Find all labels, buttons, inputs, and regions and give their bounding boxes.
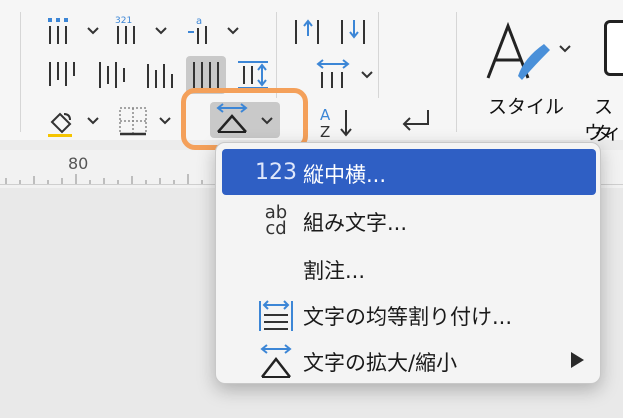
text-columns-icon: [48, 18, 99, 44]
show-marks-button[interactable]: [394, 104, 438, 138]
align-text-top-icon: [49, 62, 75, 86]
indent-bottom-icon: [341, 20, 365, 44]
paragraph-return-icon: [402, 110, 429, 131]
highlight-ring: [181, 88, 308, 150]
ribbon-divider: [276, 12, 277, 98]
borders-icon: [119, 107, 171, 136]
ribbon-divider: [378, 12, 379, 98]
ribbon-divider: [456, 12, 457, 132]
align-bottom-button[interactable]: [142, 58, 178, 92]
line-numbers-icon: 321: [115, 16, 167, 44]
menu-item-kumimoji[interactable]: ab cd 組み文字...: [222, 197, 596, 243]
menu-item-label: 縦中横...: [303, 163, 387, 187]
char-spacing-button[interactable]: [312, 58, 376, 92]
sort-az-icon: A Z: [320, 106, 352, 140]
styles-label: スタイル: [488, 96, 565, 118]
ribbon-divider: [20, 12, 21, 132]
column-layout-button-1[interactable]: [44, 14, 104, 48]
hyphenation-icon: a: [188, 16, 239, 44]
borders-button[interactable]: [116, 104, 176, 138]
align-text-center-icon: [99, 62, 125, 88]
styles-button[interactable]: [478, 18, 578, 88]
sort-button[interactable]: A Z: [316, 104, 358, 140]
justify-text-icon: [193, 62, 219, 88]
line-numbers-button[interactable]: 321: [112, 14, 172, 48]
asian-layout-menu: 123 縦中横... ab cd 組み文字... 割注... 文字の均等割り付け…: [215, 142, 601, 384]
svg-text:A: A: [320, 106, 331, 124]
kumimoji-icon: ab cd: [264, 202, 288, 239]
distributed-text-icon: [238, 61, 268, 89]
styles-icon: [486, 21, 571, 80]
submenu-arrow-icon: [571, 352, 584, 368]
align-text-bottom-icon: [147, 64, 173, 88]
tate-chu-yoko-icon: 123: [255, 160, 297, 185]
svg-text:321: 321: [115, 16, 132, 26]
hyphenation-button[interactable]: a: [184, 14, 244, 48]
shading-button[interactable]: [44, 104, 104, 138]
align-center-button[interactable]: [94, 58, 130, 92]
menu-item-character-scale[interactable]: 文字の拡大/縮小: [222, 337, 596, 383]
paint-bucket-icon: [48, 112, 99, 137]
styles-pane-icon[interactable]: [604, 20, 623, 76]
styles-pane-label-2: ウィ: [584, 122, 623, 144]
ribbon: 321 a A Z スタイル スタ ウィ: [0, 0, 623, 145]
menu-item-label: 組み文字...: [303, 211, 408, 235]
menu-item-label: 文字の均等割り付け...: [303, 305, 513, 329]
svg-text:Z: Z: [320, 123, 330, 140]
indent-bottom-button[interactable]: [336, 14, 372, 48]
indent-top-icon: [295, 19, 319, 44]
menu-item-distribute[interactable]: 文字の均等割り付け...: [222, 291, 596, 337]
menu-item-tate-chu-yoko[interactable]: 123 縦中横...: [222, 149, 596, 195]
align-top-button[interactable]: [44, 58, 80, 92]
menu-item-label: 文字の拡大/縮小: [303, 351, 458, 375]
character-scale-icon: [256, 343, 296, 379]
svg-text:a: a: [196, 16, 202, 27]
distribute-text-icon: [256, 297, 296, 333]
indent-top-button[interactable]: [290, 14, 326, 48]
menu-item-warichu[interactable]: 割注...: [222, 245, 596, 291]
menu-item-label: 割注...: [303, 259, 366, 283]
distributed-button[interactable]: [234, 58, 274, 92]
character-spacing-icon: [316, 59, 373, 88]
